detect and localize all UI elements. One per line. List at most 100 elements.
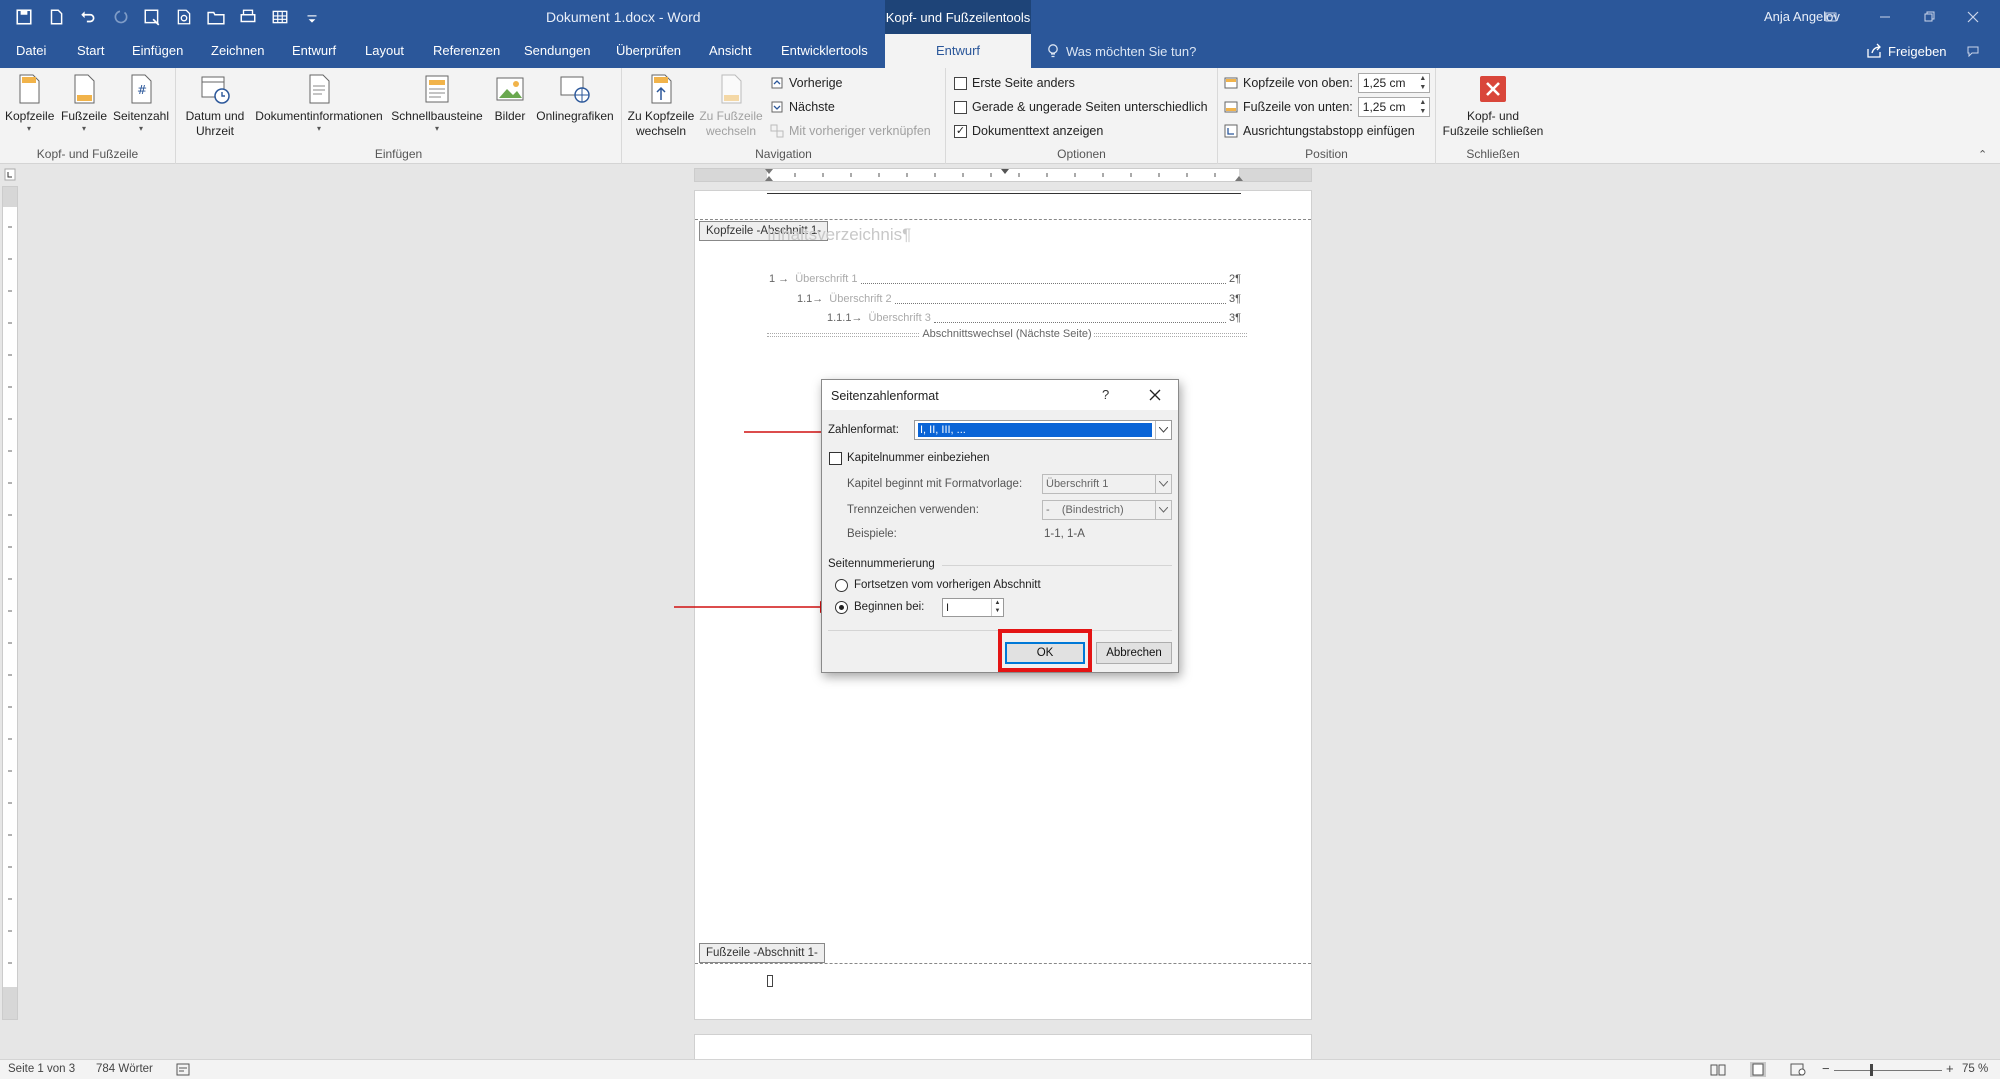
minimize-icon[interactable] — [1874, 6, 1896, 28]
tab-ueberpruefen[interactable]: Überprüfen — [616, 34, 681, 68]
tab-sendungen[interactable]: Sendungen — [524, 34, 591, 68]
restore-icon[interactable] — [1918, 6, 1940, 28]
kopfzeile-von-oben-input[interactable]: 1,25 cm ▲ ▼ — [1357, 73, 1430, 93]
tab-ansicht[interactable]: Ansicht — [709, 34, 752, 68]
vertical-ruler[interactable] — [2, 186, 18, 1020]
help-button[interactable]: ? — [1102, 387, 1109, 402]
tab-selector[interactable] — [0, 166, 20, 184]
chevron-down-icon[interactable] — [1155, 475, 1171, 493]
datum-uhrzeit-button[interactable]: Datum und Uhrzeit — [180, 72, 250, 139]
erste-seite-anders-option[interactable]: Erste Seite anders — [954, 72, 1075, 94]
tab-layout[interactable]: Layout — [365, 34, 404, 68]
schliessen-label-2: Fußzeile schließen — [1442, 124, 1544, 138]
footer-icon — [67, 72, 101, 106]
tab-zeichnen[interactable]: Zeichnen — [211, 34, 264, 68]
zu-fusszeile-button[interactable]: Zu Fußzeile wechseln — [698, 72, 764, 139]
collapse-ribbon-icon[interactable]: ⌃ — [1978, 148, 1987, 161]
trennzeichen-select[interactable]: - (Bindestrich) — [1042, 500, 1172, 520]
schnellbausteine-button[interactable]: Schnellbausteine ▾ — [390, 72, 484, 133]
kapitelnummer-checkbox[interactable] — [829, 452, 842, 465]
kapitelnummer-label: Kapitelnummer einbeziehen — [847, 452, 990, 464]
ribbon: Kopfzeile ▾ Fußzeile ▾ # Seitenzahl ▾ Kopf-… — [0, 68, 2000, 164]
vorherige-button[interactable]: Vorherige — [770, 72, 843, 94]
page-count[interactable]: Seite 1 von 3 — [8, 1063, 75, 1075]
footer-cursor-field[interactable] — [767, 975, 773, 987]
beginnen-bei-spinner[interactable]: ▲ ▼ — [991, 599, 1003, 616]
save-as-icon[interactable] — [138, 3, 166, 31]
tab-entwurf-main[interactable]: Entwurf — [292, 34, 336, 68]
ribbon-display-icon[interactable] — [1820, 6, 1842, 28]
zahlenformat-select[interactable]: I, II, III, ... — [914, 420, 1172, 440]
ausrichtungstabstopp-button[interactable]: Ausrichtungstabstopp einfügen — [1224, 120, 1415, 142]
erste-seite-checkbox[interactable] — [954, 76, 967, 90]
undo-icon[interactable] — [74, 3, 102, 31]
new-document-icon[interactable] — [42, 3, 70, 31]
redo-icon[interactable] — [106, 3, 134, 31]
tab-datei[interactable]: Datei — [16, 34, 46, 68]
section-separator — [942, 565, 1172, 566]
group-einfuegen: Datum und Uhrzeit Dokumentinformationen ▾ … — [176, 68, 622, 164]
header-rule — [767, 193, 1241, 194]
zoom-slider-thumb[interactable] — [1870, 1064, 1873, 1076]
tab-entwurf-header-footer[interactable]: Entwurf — [885, 34, 1031, 68]
toc-entry-2[interactable]: 1.1→ Überschrift 2 3¶ — [797, 291, 1241, 307]
toc-leader — [933, 314, 1226, 323]
print-preview-icon[interactable] — [170, 3, 198, 31]
read-mode-icon[interactable] — [1710, 1063, 1726, 1076]
tab-start[interactable]: Start — [77, 34, 104, 68]
mit-vorheriger-verknuepfen-button[interactable]: Mit vorheriger verknüpfen — [770, 120, 931, 142]
toc-entry-text: Überschrift 1 — [795, 273, 858, 285]
close-window-icon[interactable] — [1962, 6, 1984, 28]
fuss-unten-spinner[interactable]: ▲ ▼ — [1417, 98, 1429, 116]
dokumenttext-checkbox[interactable]: ✓ — [954, 124, 967, 138]
proofing-icon[interactable] — [176, 1063, 190, 1076]
zoom-slider-track[interactable] — [1834, 1070, 1942, 1071]
toc-leader — [860, 275, 1226, 284]
toc-entry-3[interactable]: 1.1.1→ Überschrift 3 3¶ — [827, 310, 1241, 326]
customize-qat-icon[interactable] — [298, 3, 326, 31]
gerade-ungerade-checkbox[interactable] — [954, 100, 967, 114]
naechste-button[interactable]: Nächste — [770, 96, 835, 118]
zoom-out-icon[interactable]: − — [1822, 1061, 1830, 1076]
kopf-oben-spinner[interactable]: ▲ ▼ — [1417, 74, 1429, 92]
bilder-button[interactable]: Bilder — [490, 72, 530, 124]
tab-entwicklertools[interactable]: Entwicklertools — [781, 34, 868, 68]
tab-referenzen[interactable]: Referenzen — [433, 34, 500, 68]
chevron-down-icon[interactable] — [1155, 501, 1171, 519]
print-icon[interactable] — [234, 3, 262, 31]
comments-icon[interactable] — [1962, 40, 1984, 62]
fusszeile-von-unten-input[interactable]: 1,25 cm ▲ ▼ — [1357, 97, 1430, 117]
trennzeichen-value: - (Bindestrich) — [1046, 504, 1124, 516]
zoom-level[interactable]: 75 % — [1962, 1063, 1988, 1075]
kapitel-beginnt-select[interactable]: Überschrift 1 — [1042, 474, 1172, 494]
horizontal-ruler[interactable] — [694, 168, 1312, 182]
kopf-fusszeile-schliessen-button[interactable]: Kopf- und Fußzeile schließen — [1440, 72, 1546, 139]
dokumenttext-anzeigen-option[interactable]: ✓ Dokumenttext anzeigen — [954, 120, 1103, 142]
beginnen-bei-input[interactable]: I ▲ ▼ — [942, 598, 1004, 617]
tell-me-box[interactable]: Was möchten Sie tun? — [1046, 34, 1196, 68]
dialog-titlebar[interactable]: Seitenzahlenformat ? — [822, 380, 1178, 410]
open-folder-icon[interactable] — [202, 3, 230, 31]
web-layout-icon[interactable] — [1790, 1063, 1806, 1076]
abbrechen-button[interactable]: Abbrechen — [1096, 642, 1172, 664]
tab-einfuegen[interactable]: Einfügen — [132, 34, 183, 68]
toc-heading[interactable]: Inhaltsverzeichnis¶ — [767, 225, 911, 245]
kopfzeile-button[interactable]: Kopfzeile ▾ — [5, 72, 54, 133]
share-button[interactable]: Freigeben — [1866, 34, 1947, 68]
save-icon[interactable] — [10, 3, 38, 31]
word-count[interactable]: 784 Wörter — [96, 1063, 153, 1075]
table-icon[interactable] — [266, 3, 294, 31]
beginnen-bei-radio[interactable] — [835, 601, 848, 614]
onlinegrafiken-button[interactable]: Onlinegrafiken — [532, 72, 618, 124]
chevron-down-icon[interactable] — [1155, 421, 1171, 439]
zoom-in-icon[interactable]: + — [1946, 1061, 1954, 1076]
gerade-ungerade-option[interactable]: Gerade & ungerade Seiten unterschiedlich — [954, 96, 1208, 118]
toc-entry-1[interactable]: 1 → Überschrift 1 2¶ — [769, 271, 1241, 287]
print-layout-icon[interactable] — [1750, 1062, 1766, 1077]
fusszeile-button[interactable]: Fußzeile ▾ — [58, 72, 110, 133]
fortsetzen-radio[interactable] — [835, 579, 848, 592]
zu-kopfzeile-button[interactable]: Zu Kopfzeile wechseln — [626, 72, 696, 139]
seitenzahl-button[interactable]: # Seitenzahl ▾ — [112, 72, 170, 133]
close-icon[interactable] — [1148, 388, 1162, 402]
dokumentinformationen-button[interactable]: Dokumentinformationen ▾ — [248, 72, 390, 133]
